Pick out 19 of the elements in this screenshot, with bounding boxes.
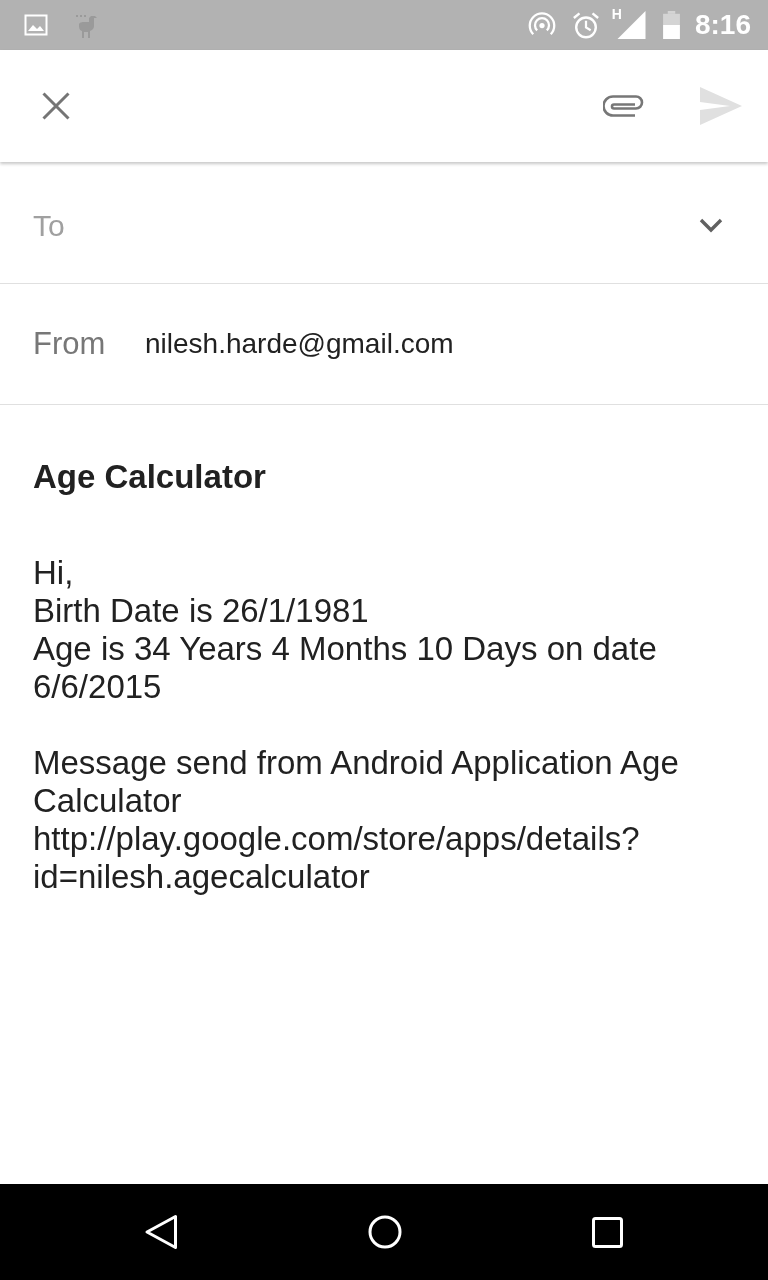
- body-text: Hi,: [33, 554, 75, 592]
- from-account[interactable]: nilesh.harde@gmail.com: [145, 328, 454, 360]
- paperclip-icon[interactable]: [603, 94, 645, 118]
- from-label: From: [33, 326, 107, 362]
- subject-field[interactable]: Age Calculator: [33, 457, 266, 497]
- back-icon[interactable]: [144, 1214, 178, 1250]
- home-icon[interactable]: [368, 1215, 402, 1249]
- body-text: http://play.google.com/store/apps/details?id=nilesh.agecalculator: [33, 820, 641, 896]
- battery-icon: [661, 11, 681, 39]
- body-text: Age is 34 Years 4 Months 10 Days on date 6/6/2015: [33, 630, 658, 706]
- close-icon[interactable]: [42, 92, 70, 120]
- to-label: To: [33, 208, 65, 243]
- network-type: H: [611, 8, 622, 20]
- alarm-icon: [571, 10, 600, 40]
- chevron-down-icon[interactable]: [699, 218, 723, 233]
- recents-icon[interactable]: [592, 1216, 623, 1248]
- body-text: Birth Date is 26/1/1981: [33, 592, 370, 630]
- clock-time: 8:16: [694, 9, 751, 41]
- image-icon: [24, 14, 48, 36]
